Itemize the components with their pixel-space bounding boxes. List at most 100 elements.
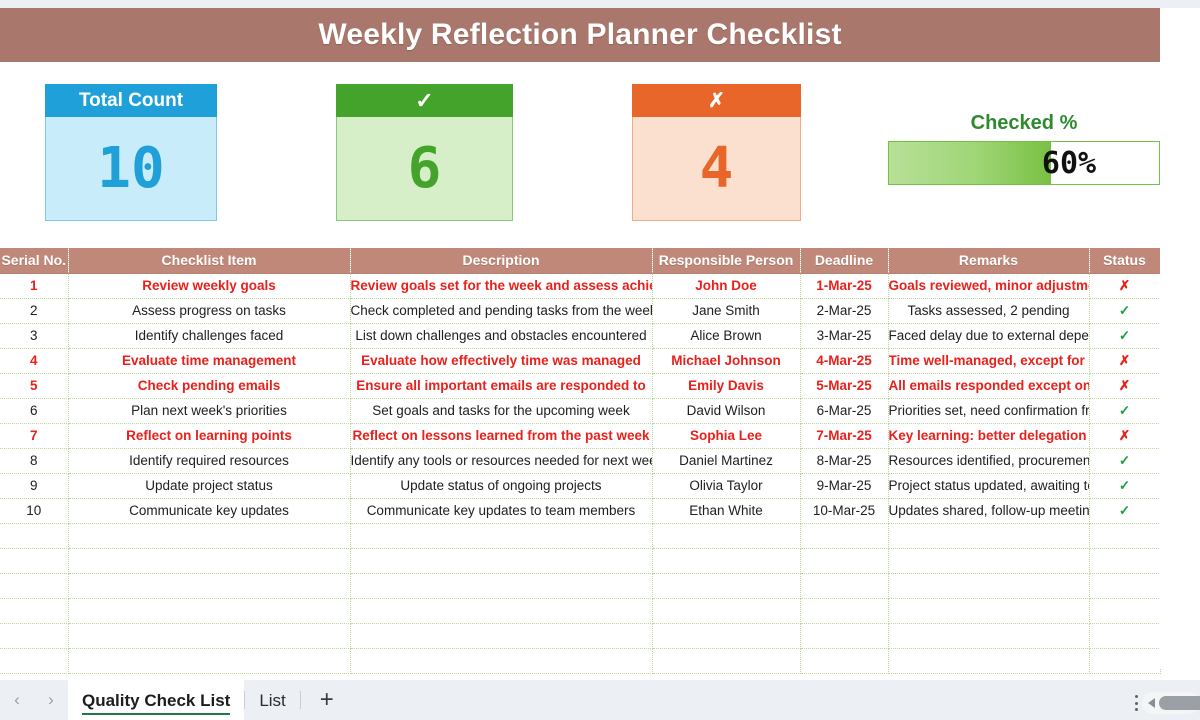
cell-deadline[interactable]: 6-Mar-25 xyxy=(800,398,889,424)
cell-description[interactable]: Update status of ongoing projects xyxy=(350,473,653,499)
cell-description[interactable]: Set goals and tasks for the upcoming wee… xyxy=(350,398,653,424)
cell-remarks[interactable]: Key learning: better delegation needed xyxy=(888,423,1090,449)
status-badge[interactable]: ✓ xyxy=(1089,398,1161,424)
table-row-empty[interactable] xyxy=(0,548,1161,574)
cell-deadline[interactable]: 9-Mar-25 xyxy=(800,473,889,499)
table-row[interactable]: 5 Check pending emails Ensure all importan… xyxy=(0,373,1161,399)
cell-empty[interactable] xyxy=(652,548,801,574)
cell-empty[interactable] xyxy=(652,648,801,674)
table-row-empty[interactable] xyxy=(0,598,1161,624)
cell-serial-no[interactable]: 4 xyxy=(0,348,69,374)
cell-empty[interactable] xyxy=(800,648,889,674)
cell-description[interactable]: Communicate key updates to team members xyxy=(350,498,653,524)
table-row[interactable]: 4 Evaluate time management Evaluate how ef… xyxy=(0,348,1161,374)
cell-serial-no[interactable]: 2 xyxy=(0,298,69,324)
table-row-empty[interactable] xyxy=(0,648,1161,674)
cell-deadline[interactable]: 4-Mar-25 xyxy=(800,348,889,374)
cell-serial-no[interactable]: 3 xyxy=(0,323,69,349)
cell-empty[interactable] xyxy=(68,573,351,599)
cell-remarks[interactable]: Resources identified, procurement reques… xyxy=(888,448,1090,474)
status-badge[interactable]: ✓ xyxy=(1089,448,1161,474)
horizontal-scrollbar[interactable] xyxy=(1142,692,1200,714)
cell-empty[interactable] xyxy=(888,648,1090,674)
cell-empty[interactable] xyxy=(350,573,653,599)
cell-empty[interactable] xyxy=(68,598,351,624)
column-header-status[interactable]: Status xyxy=(1089,248,1161,274)
cell-deadline[interactable]: 8-Mar-25 xyxy=(800,448,889,474)
cell-description[interactable]: Check completed and pending tasks from t… xyxy=(350,298,653,324)
table-row[interactable]: 2 Assess progress on tasks Check completed… xyxy=(0,298,1161,324)
cell-empty[interactable] xyxy=(1089,573,1161,599)
cell-deadline[interactable]: 3-Mar-25 xyxy=(800,323,889,349)
cell-empty[interactable] xyxy=(0,623,69,649)
cell-remarks[interactable]: Priorities set, need confirmation from m… xyxy=(888,398,1090,424)
table-row-empty[interactable] xyxy=(0,623,1161,649)
table-row[interactable]: 7 Reflect on learning points Reflect on le… xyxy=(0,423,1161,449)
cell-serial-no[interactable]: 10 xyxy=(0,498,69,524)
cell-empty[interactable] xyxy=(888,598,1090,624)
cell-empty[interactable] xyxy=(1089,523,1161,549)
cell-deadline[interactable]: 10-Mar-25 xyxy=(800,498,889,524)
cell-empty[interactable] xyxy=(1089,623,1161,649)
column-header-serial-no[interactable]: Serial No. xyxy=(0,248,69,274)
cell-empty[interactable] xyxy=(0,573,69,599)
cell-empty[interactable] xyxy=(652,623,801,649)
cell-empty[interactable] xyxy=(888,623,1090,649)
cell-empty[interactable] xyxy=(350,598,653,624)
cell-remarks[interactable]: Faced delay due to external dependency xyxy=(888,323,1090,349)
column-header-deadline[interactable]: Deadline xyxy=(800,248,889,274)
cell-serial-no[interactable]: 8 xyxy=(0,448,69,474)
cell-empty[interactable] xyxy=(800,548,889,574)
cell-empty[interactable] xyxy=(350,648,653,674)
status-badge[interactable]: ✗ xyxy=(1089,373,1161,399)
cell-empty[interactable] xyxy=(652,573,801,599)
cell-empty[interactable] xyxy=(652,523,801,549)
cell-deadline[interactable]: 2-Mar-25 xyxy=(800,298,889,324)
cell-responsible-person[interactable]: Jane Smith xyxy=(652,298,801,324)
cell-description[interactable]: Reflect on lessons learned from the past… xyxy=(350,423,653,449)
cell-empty[interactable] xyxy=(68,623,351,649)
previous-sheet-icon[interactable]: ‹ xyxy=(0,680,34,720)
cell-responsible-person[interactable]: Sophia Lee xyxy=(652,423,801,449)
cell-description[interactable]: List down challenges and obstacles encou… xyxy=(350,323,653,349)
cell-remarks[interactable]: Updates shared, follow-up meeting schedu… xyxy=(888,498,1090,524)
table-row-empty[interactable] xyxy=(0,523,1161,549)
table-row[interactable]: 9 Update project status Update status of o… xyxy=(0,473,1161,499)
table-row-empty[interactable] xyxy=(0,573,1161,599)
cell-serial-no[interactable]: 6 xyxy=(0,398,69,424)
status-badge[interactable]: ✓ xyxy=(1089,473,1161,499)
table-row[interactable]: 6 Plan next week's priorities Set goals an… xyxy=(0,398,1161,424)
cell-description[interactable]: Evaluate how effectively time was manage… xyxy=(350,348,653,374)
cell-checklist-item[interactable]: Plan next week's priorities xyxy=(68,398,351,424)
cell-empty[interactable] xyxy=(0,548,69,574)
cell-deadline[interactable]: 1-Mar-25 xyxy=(800,273,889,299)
cell-empty[interactable] xyxy=(1089,648,1161,674)
sheet-tab-quality-check-list[interactable]: Quality Check List xyxy=(68,680,245,720)
cell-serial-no[interactable]: 5 xyxy=(0,373,69,399)
column-header-responsible-person[interactable]: Responsible Person xyxy=(652,248,801,274)
cell-empty[interactable] xyxy=(68,648,351,674)
cell-description[interactable]: Review goals set for the week and assess… xyxy=(350,273,653,299)
cell-empty[interactable] xyxy=(68,548,351,574)
table-row[interactable]: 8 Identify required resources Identify any… xyxy=(0,448,1161,474)
cell-remarks[interactable]: Tasks assessed, 2 pending xyxy=(888,298,1090,324)
column-header-description[interactable]: Description xyxy=(350,248,653,274)
status-badge[interactable]: ✓ xyxy=(1089,323,1161,349)
cell-responsible-person[interactable]: Olivia Taylor xyxy=(652,473,801,499)
cell-description[interactable]: Ensure all important emails are responde… xyxy=(350,373,653,399)
cell-checklist-item[interactable]: Assess progress on tasks xyxy=(68,298,351,324)
scroll-left-icon[interactable] xyxy=(1148,698,1155,708)
cell-responsible-person[interactable]: Ethan White xyxy=(652,498,801,524)
cell-empty[interactable] xyxy=(800,598,889,624)
cell-description[interactable]: Identify any tools or resources needed f… xyxy=(350,448,653,474)
cell-checklist-item[interactable]: Update project status xyxy=(68,473,351,499)
cell-remarks[interactable]: Goals reviewed, minor adjustments needed xyxy=(888,273,1090,299)
sheet-tab-list[interactable]: List xyxy=(245,680,299,720)
cell-checklist-item[interactable]: Check pending emails xyxy=(68,373,351,399)
table-row[interactable]: 3 Identify challenges faced List down chal… xyxy=(0,323,1161,349)
cell-serial-no[interactable]: 7 xyxy=(0,423,69,449)
cell-responsible-person[interactable]: Emily Davis xyxy=(652,373,801,399)
cell-responsible-person[interactable]: Alice Brown xyxy=(652,323,801,349)
cell-checklist-item[interactable]: Communicate key updates xyxy=(68,498,351,524)
cell-empty[interactable] xyxy=(0,598,69,624)
